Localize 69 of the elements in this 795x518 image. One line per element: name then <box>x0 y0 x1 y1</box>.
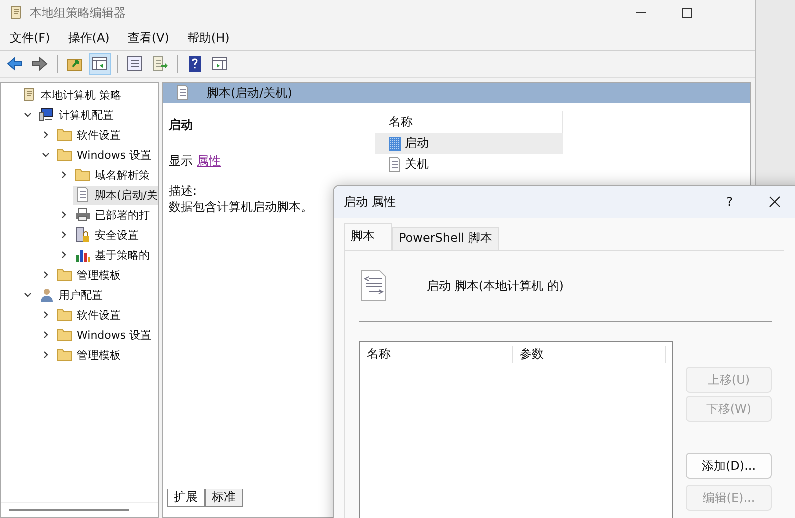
description-text: 数据包含计算机启动脚本。 <box>169 199 313 215</box>
tree-item[interactable]: 基于策略的 <box>73 246 152 264</box>
script-heading: 启动 脚本(本地计算机 的) <box>427 278 564 294</box>
view-tab[interactable]: 标准 <box>205 489 243 507</box>
chevron-right-icon[interactable] <box>59 230 69 240</box>
folder-icon <box>57 127 73 143</box>
lock-icon <box>75 227 91 243</box>
column-header[interactable]: 名称 <box>360 346 513 362</box>
dialog-tab[interactable]: 脚本 <box>344 223 392 250</box>
dialog-button[interactable]: 添加(D)... <box>686 453 772 479</box>
folder-icon <box>57 307 73 323</box>
column-header[interactable]: 参数 <box>513 346 666 362</box>
section-heading: 启动 <box>169 117 193 133</box>
folder-icon <box>57 347 73 363</box>
user-icon <box>39 287 55 303</box>
menu-item[interactable]: 帮助(H) <box>187 30 230 46</box>
tree-item[interactable]: 安全设置 <box>73 226 141 244</box>
scroll-icon <box>21 87 37 103</box>
dialog-title: 启动 属性 <box>344 194 396 210</box>
list-item[interactable]: 启动 <box>375 133 563 154</box>
chevron-down-icon[interactable] <box>23 290 33 300</box>
panel-toggle-icon[interactable] <box>90 54 110 74</box>
chevron-right-icon[interactable] <box>59 250 69 260</box>
tree-item[interactable]: 管理模板 <box>55 346 123 364</box>
menu-item[interactable]: 查看(V) <box>128 30 170 46</box>
tree-item[interactable]: 管理模板 <box>55 266 123 284</box>
properties-icon[interactable] <box>125 54 145 74</box>
help-button[interactable]: ? <box>716 195 743 209</box>
computer-icon <box>39 107 55 123</box>
back-arrow-icon[interactable] <box>5 54 25 74</box>
tree-item[interactable]: Windows 设置 <box>55 146 154 164</box>
folder-icon <box>57 147 73 163</box>
scroll-icon <box>8 5 24 21</box>
view-tab[interactable]: 扩展 <box>167 489 205 507</box>
window-title: 本地组策略编辑器 <box>30 4 126 22</box>
chevron-down-icon[interactable] <box>41 150 51 160</box>
tree-item[interactable]: 已部署的打 <box>73 206 152 224</box>
chevron-right-icon[interactable] <box>41 130 51 140</box>
close-icon[interactable] <box>769 196 781 208</box>
forward-arrow-icon[interactable] <box>30 54 50 74</box>
tree-item[interactable]: 域名解析策 <box>73 166 152 184</box>
folder-icon <box>57 327 73 343</box>
chevron-right-icon[interactable] <box>41 270 51 280</box>
tree-item[interactable]: 计算机配置 <box>37 106 116 124</box>
show-label: 显示 <box>169 153 193 169</box>
tree-item[interactable]: 脚本(启动/关 <box>73 186 158 204</box>
menu-item[interactable]: 操作(A) <box>68 30 110 46</box>
description-label: 描述: <box>169 183 198 199</box>
tree-item[interactable]: 软件设置 <box>55 306 123 324</box>
tree-item[interactable]: 软件设置 <box>55 126 123 144</box>
chevron-right-icon[interactable] <box>59 210 69 220</box>
chevron-right-icon[interactable] <box>41 310 51 320</box>
chevron-right-icon[interactable] <box>41 330 51 340</box>
bar-chart-icon <box>75 247 91 263</box>
dialog-tab[interactable]: PowerShell 脚本 <box>392 227 500 250</box>
maximize-icon[interactable] <box>681 7 693 19</box>
chevron-right-icon[interactable] <box>59 170 69 180</box>
printer-icon <box>75 207 91 223</box>
chevron-down-icon[interactable] <box>23 110 33 120</box>
list-item[interactable]: 关机 <box>375 154 563 175</box>
tree-item[interactable]: 本地计算机 策略 <box>19 86 124 104</box>
chevron-right-icon[interactable] <box>41 350 51 360</box>
tree-item[interactable]: 用户配置 <box>37 286 105 304</box>
pane-title: 脚本(启动/关机) <box>207 84 292 102</box>
tree-item[interactable]: Windows 设置 <box>55 326 154 344</box>
menu-item[interactable]: 文件(F) <box>10 30 50 46</box>
properties-link[interactable]: 属性 <box>197 153 221 169</box>
folder-icon <box>57 267 73 283</box>
folder-icon <box>75 167 91 183</box>
